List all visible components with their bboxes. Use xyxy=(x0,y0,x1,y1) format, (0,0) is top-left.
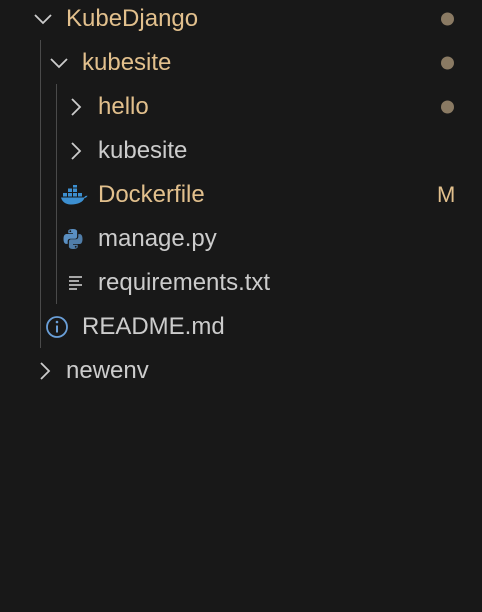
info-icon xyxy=(45,315,69,339)
tree-item-label: README.md xyxy=(82,313,225,340)
modified-dot-indicator xyxy=(441,12,454,26)
tree-item-label: newenv xyxy=(66,357,149,384)
chevron-right-icon xyxy=(66,96,86,118)
tree-item-kubesite-folder[interactable]: kubesite xyxy=(0,41,482,85)
tree-item-readme-md[interactable]: README.md xyxy=(0,305,482,349)
chevron-down-icon xyxy=(32,8,54,30)
python-icon xyxy=(62,228,84,250)
tree-item-label: Dockerfile xyxy=(98,181,205,208)
tree-item-label: hello xyxy=(98,93,149,120)
tree-item-label: kubesite xyxy=(98,137,188,164)
chevron-down-icon xyxy=(48,52,70,74)
chevron-right-icon xyxy=(35,360,55,382)
tree-item-label: KubeDjango xyxy=(66,5,199,32)
tree-item-hello-folder[interactable]: hello xyxy=(0,85,482,129)
tree-item-kubesite-subfolder[interactable]: kubesite xyxy=(0,129,482,173)
tree-item-label: requirements.txt xyxy=(98,269,271,296)
tree-item-dockerfile[interactable]: Dockerfile M xyxy=(0,173,482,217)
tree-item-label: kubesite xyxy=(82,49,172,76)
docker-icon xyxy=(60,185,88,205)
tree-item-kubedjango[interactable]: KubeDjango xyxy=(0,0,482,41)
modified-dot-indicator xyxy=(441,100,454,114)
tree-item-requirements-txt[interactable]: requirements.txt xyxy=(0,261,482,305)
chevron-right-icon xyxy=(66,140,86,162)
tree-item-newenv-folder[interactable]: newenv xyxy=(0,349,482,393)
modified-dot-indicator xyxy=(441,56,454,70)
text-file-icon xyxy=(66,273,86,293)
tree-item-manage-py[interactable]: manage.py xyxy=(0,217,482,261)
file-explorer-tree: KubeDjango kubesite hello kubesite Docke… xyxy=(0,0,482,612)
git-status-badge: M xyxy=(437,182,456,207)
tree-item-label: manage.py xyxy=(98,225,217,252)
